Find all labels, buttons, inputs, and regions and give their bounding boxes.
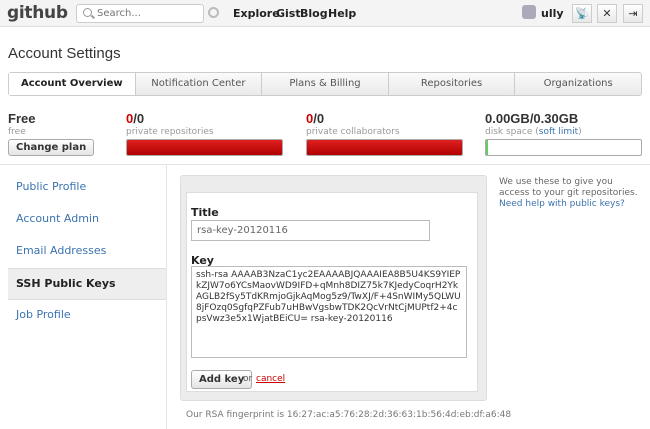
help-description: We use these to give you access to your … bbox=[499, 177, 638, 198]
plan-summary: Free free bbox=[8, 111, 35, 137]
disk-total: /0.30GB bbox=[529, 111, 579, 126]
title-label: Title bbox=[191, 206, 219, 219]
tab-notification-center[interactable]: Notification Center bbox=[136, 73, 263, 95]
logout-icon[interactable]: ⇥ bbox=[623, 4, 643, 23]
nav-blog[interactable]: Blog bbox=[300, 7, 328, 20]
github-logo[interactable]: github bbox=[7, 3, 68, 23]
private-collaborators-stat: 0/0 private collaborators bbox=[306, 111, 400, 137]
sidebar-rule bbox=[166, 165, 167, 429]
search-icon bbox=[83, 8, 92, 17]
rsa-fingerprint: Our RSA fingerprint is 16:27:ac:a5:76:28… bbox=[186, 410, 512, 420]
nav-explore[interactable]: Explore bbox=[233, 7, 280, 20]
change-plan-button[interactable]: Change plan bbox=[8, 139, 95, 156]
key-textarea[interactable]: ssh-rsa AAAAB3NzaC1yc2EAAAABJQAAAIEA8B5U… bbox=[191, 266, 467, 358]
username[interactable]: ully bbox=[541, 7, 564, 20]
page-title: Account Settings bbox=[8, 45, 121, 62]
title-input[interactable] bbox=[191, 220, 430, 241]
private-collaborators-total: /0 bbox=[313, 111, 325, 126]
help-text: We use these to give you access to your … bbox=[499, 177, 645, 210]
private-repos-bar bbox=[126, 139, 283, 156]
top-header: github Explore Gist Blog Help ully 📡 ✕ ⇥ bbox=[0, 0, 650, 27]
private-repos-fill bbox=[127, 140, 282, 155]
search-box[interactable] bbox=[76, 4, 204, 23]
or-text: or bbox=[243, 374, 253, 384]
private-collaborators-fill bbox=[307, 140, 462, 155]
help-link[interactable]: Need help with public keys? bbox=[499, 199, 625, 209]
tab-repositories[interactable]: Repositories bbox=[389, 73, 516, 95]
settings-tabs: Account Overview Notification Center Pla… bbox=[8, 72, 642, 96]
private-repos-label: private repositories bbox=[126, 127, 214, 137]
tab-organizations[interactable]: Organizations bbox=[515, 73, 641, 95]
soft-limit-link[interactable]: soft limit bbox=[539, 127, 578, 137]
search-options-icon[interactable] bbox=[208, 7, 219, 18]
sidebar-item-public-profile[interactable]: Public Profile bbox=[8, 172, 166, 204]
sidebar-item-email-addresses[interactable]: Email Addresses bbox=[8, 236, 166, 268]
search-input[interactable] bbox=[97, 6, 201, 21]
private-collaborators-bar bbox=[306, 139, 463, 156]
private-repos-total: /0 bbox=[133, 111, 145, 126]
tab-account-overview[interactable]: Account Overview bbox=[9, 73, 136, 95]
disk-label: disk space bbox=[485, 127, 533, 137]
cancel-link[interactable]: cancel bbox=[256, 374, 285, 384]
avatar bbox=[522, 5, 536, 19]
section-divider bbox=[0, 164, 650, 165]
account-settings-icon[interactable]: ✕ bbox=[597, 4, 617, 23]
private-collaborators-label: private collaborators bbox=[306, 127, 400, 137]
sidebar-item-job-profile[interactable]: Job Profile bbox=[8, 300, 166, 332]
sidebar-item-ssh-public-keys[interactable]: SSH Public Keys bbox=[8, 268, 166, 300]
nav-help[interactable]: Help bbox=[328, 7, 356, 20]
notifications-icon[interactable]: 📡 bbox=[572, 4, 592, 23]
disk-space-fill bbox=[486, 140, 488, 155]
disk-used: 0.00GB bbox=[485, 111, 530, 126]
tab-plans-billing[interactable]: Plans & Billing bbox=[262, 73, 389, 95]
disk-space-stat: 0.00GB/0.30GB disk space (soft limit) bbox=[485, 111, 582, 137]
sidebar-item-account-admin[interactable]: Account Admin bbox=[8, 204, 166, 236]
plan-sub: free bbox=[8, 127, 26, 137]
private-repos-stat: 0/0 private repositories bbox=[126, 111, 214, 137]
nav-gist[interactable]: Gist bbox=[276, 7, 301, 20]
settings-sidebar: Public Profile Account Admin Email Addre… bbox=[8, 172, 166, 332]
disk-space-bar bbox=[485, 139, 642, 156]
plan-name: Free bbox=[8, 111, 36, 126]
